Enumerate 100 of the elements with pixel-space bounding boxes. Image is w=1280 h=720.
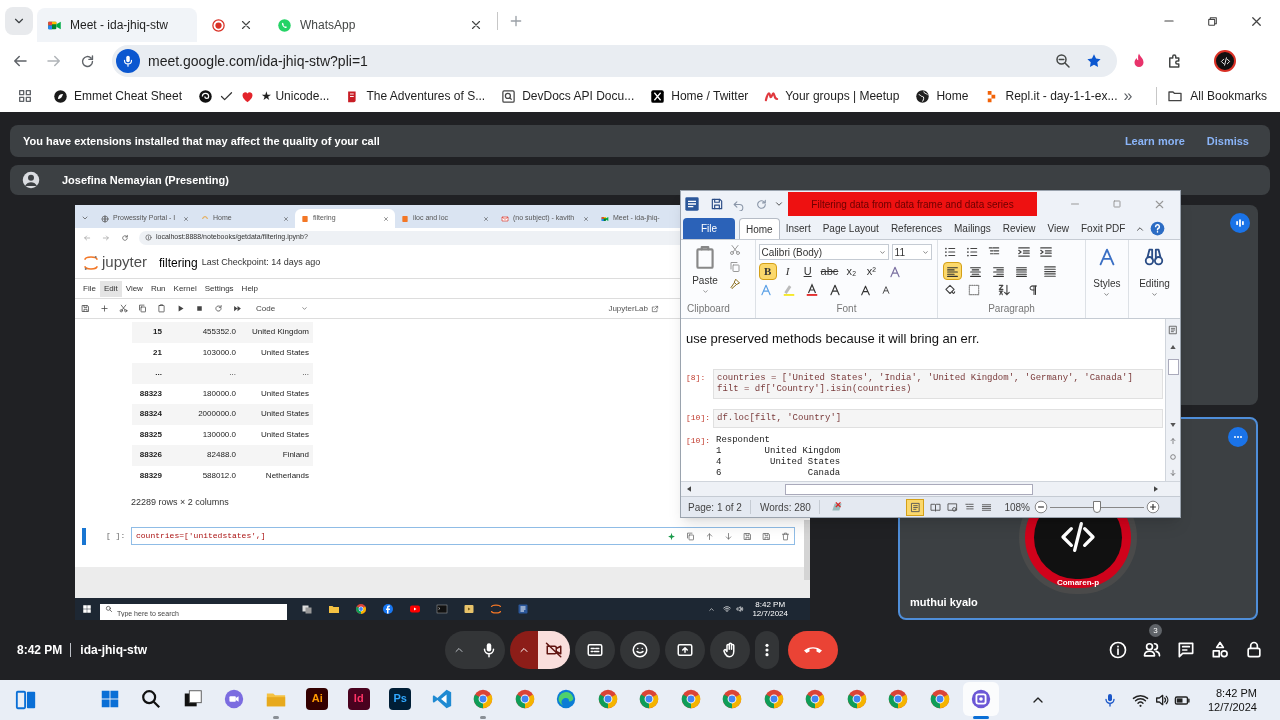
bookmark[interactable]: Emmet Cheat Sheet: [47, 83, 189, 109]
table-cell-text: United Kingdom: [251, 326, 310, 339]
table-cell-text: 88323: [138, 387, 163, 400]
table-shape-text: 22289 rows × 2 columns: [131, 496, 229, 508]
cell-prompt: [ ]:: [106, 530, 127, 542]
table-cell-text: United States: [259, 408, 310, 421]
ribbon-tab[interactable]: File: [683, 218, 735, 239]
table-cell-text: 588012.0: [201, 469, 237, 482]
app-logo-text: jupyter: [102, 252, 148, 273]
table-cell-text: 455352.0: [201, 326, 237, 339]
menu-item[interactable]: View: [121, 280, 147, 297]
font-size-dropdown[interactable]: 11: [891, 244, 932, 260]
jupyterlab-link[interactable]: JupyterLab: [608, 302, 659, 315]
browser-tab[interactable]: Meet - ida-jhiq-stw: [37, 8, 197, 42]
cell-type-dropdown[interactable]: Code: [256, 302, 308, 315]
ribbon-tab[interactable]: References: [884, 218, 948, 239]
participant-name: muthui kyalo: [910, 594, 979, 610]
avatar-text: Comaren-p: [1055, 577, 1101, 587]
clock-time: 8:42 PM: [755, 600, 786, 609]
code-line: 1 United Kingdom: [716, 446, 842, 457]
presenter-name: Josefina Nemayian (Presenting): [62, 172, 229, 188]
ribbon-tab[interactable]: Home: [739, 218, 780, 239]
app-tile[interactable]: Id: [347, 687, 370, 710]
table-cell-text: 103000.0: [201, 346, 237, 359]
all-bookmarks-button[interactable]: All Bookmarks: [1167, 87, 1267, 105]
clock-date: 12/7/2024: [1208, 700, 1257, 714]
cell-prompt: [10]:: [686, 435, 711, 447]
table-cell-text: 15: [152, 326, 163, 339]
code-line: df.loc[filt, 'Country']: [717, 413, 843, 424]
format-button[interactable]: U: [798, 263, 817, 280]
format-button[interactable]: abc: [818, 263, 841, 280]
table-cell-text: United States: [259, 428, 310, 441]
participant-count: 3: [1149, 624, 1162, 637]
code-line: 4 United States: [716, 457, 842, 468]
app-tile[interactable]: Ps: [389, 687, 412, 710]
table-cell-text: 88329: [138, 469, 163, 482]
group-label: Clipboard: [686, 302, 731, 316]
format-button[interactable]: x²: [862, 263, 881, 280]
checkpoint-text: Last Checkpoint: 14 days ago: [201, 255, 321, 269]
bookmark[interactable]: Home: [909, 83, 975, 109]
browser-tab[interactable]: WhatsApp: [267, 8, 493, 42]
bookmark[interactable]: Home / Twitter: [644, 83, 755, 109]
bookmark[interactable]: DevDocs API Docu...: [495, 83, 641, 109]
page-count[interactable]: Page: 1 of 2: [688, 499, 742, 515]
bookmark[interactable]: ★ Unicode...: [192, 83, 336, 109]
table-cell-text: 180000.0: [201, 387, 237, 400]
bookmark[interactable]: Repl.it - day-1-1-ex...: [978, 83, 1124, 109]
bookmark[interactable]: Your groups | Meetup: [758, 83, 906, 109]
cell-prompt: [10]:: [686, 412, 711, 424]
ribbon-label[interactable]: Paste: [692, 273, 718, 288]
table-cell-text: 21: [152, 346, 163, 359]
table-cell-text: Finland: [281, 449, 310, 462]
table-cell-text: 2000000.0: [197, 408, 237, 421]
menu-item[interactable]: File: [79, 280, 100, 297]
editing-button[interactable]: Editing: [1128, 240, 1180, 318]
table-cell-text: United States: [259, 346, 310, 359]
notice-text: You have extensions installed that may affect the quality of your call: [23, 133, 380, 149]
table-cell-text: ...: [301, 367, 310, 380]
clock-time: 8:42 PM: [1215, 686, 1257, 700]
table-cell-text: ...: [154, 367, 163, 380]
ribbon-tab[interactable]: Page Layout: [816, 218, 885, 239]
app-tile[interactable]: Ai: [306, 687, 329, 710]
styles-button[interactable]: Styles: [1085, 240, 1129, 318]
table-cell-text: Netherlands: [264, 469, 310, 482]
notice-link[interactable]: Learn more: [1124, 132, 1185, 150]
bookmark[interactable]: The Adventures of S...: [339, 83, 492, 109]
notice-link[interactable]: Dismiss: [1206, 132, 1249, 150]
meeting-code: ida-jhiq-stw: [80, 642, 148, 659]
group-label: Font: [835, 302, 858, 316]
clock-date: 12/7/2024: [752, 609, 788, 618]
menu-item[interactable]: Edit: [99, 280, 122, 297]
zoom-level[interactable]: 108%: [1004, 499, 1030, 515]
address-bar[interactable]: meet.google.com/ida-jhiq-stw?pli=1: [112, 45, 1117, 77]
code-line: countries = ['United States', 'India', 'United Kingdom', 'Germany', 'Canada']: [717, 373, 1134, 384]
code-line: Respondent: [716, 435, 771, 446]
table-cell-text: 88324: [138, 408, 163, 421]
format-button[interactable]: x₂: [842, 263, 861, 280]
menu-item[interactable]: Kernel: [169, 280, 201, 297]
word-count[interactable]: Words: 280: [759, 499, 811, 515]
menu-item[interactable]: Help: [237, 280, 263, 297]
ribbon-tab[interactable]: Mailings: [948, 218, 997, 239]
table-cell-text: 88325: [138, 428, 163, 441]
notebook-title[interactable]: filtering: [159, 253, 198, 272]
code-line: 6 Canada: [716, 468, 842, 479]
url-text[interactable]: meet.google.com/ida-jhiq-stw?pli=1: [148, 50, 368, 72]
ribbon-tab[interactable]: View: [1041, 218, 1075, 239]
format-button[interactable]: I: [778, 263, 797, 280]
bookmarks-overflow-button[interactable]: »: [1123, 84, 1133, 108]
ribbon-tab[interactable]: Review: [996, 218, 1042, 239]
table-cell-text: United States: [259, 387, 310, 400]
menu-item[interactable]: Settings: [200, 280, 238, 297]
code-text: countries=['unitedstates',]: [136, 530, 266, 542]
table-cell-text: 82488.0: [206, 449, 237, 462]
ribbon-tab[interactable]: Foxit PDF: [1075, 218, 1132, 239]
format-button[interactable]: B: [758, 263, 777, 280]
cell-prompt: [8]:: [686, 372, 707, 384]
font-dropdown[interactable]: Calibri (Body): [758, 244, 889, 260]
code-cell-input[interactable]: countries=['unitedstates',]: [131, 527, 795, 545]
menu-item[interactable]: Run: [146, 280, 170, 297]
document-paragraph: use preserved methods because it will bring an err.: [686, 331, 981, 347]
